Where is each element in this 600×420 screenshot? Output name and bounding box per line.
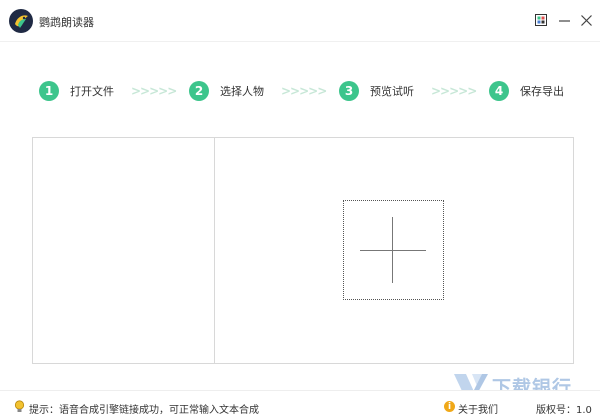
step-number: 2 (189, 81, 209, 101)
workspace-panel (32, 137, 574, 364)
skin-icon (535, 14, 547, 26)
step-separator: >>>>> (431, 84, 477, 98)
add-file-button[interactable] (343, 200, 444, 300)
step-preview[interactable]: 3 预览试听 (339, 78, 414, 104)
step-save-export[interactable]: 4 保存导出 (489, 78, 564, 104)
close-button[interactable] (578, 12, 594, 28)
lightbulb-icon (14, 400, 25, 412)
step-select-voice[interactable]: 2 选择人物 (189, 78, 264, 104)
step-label: 预览试听 (370, 85, 414, 98)
close-icon (580, 14, 592, 26)
status-bar: 提示：语音合成引擎链接成功，可正常输入文本合成 i 关于我们 版权号：1.0 (0, 390, 600, 420)
minimize-button[interactable] (556, 12, 572, 28)
step-number: 3 (339, 81, 359, 101)
file-list-panel[interactable] (33, 138, 215, 363)
step-label: 保存导出 (520, 85, 564, 98)
step-label: 选择人物 (220, 85, 264, 98)
step-label: 打开文件 (70, 85, 114, 98)
step-navigation: 1 打开文件 >>>>> 2 选择人物 >>>>> 3 预览试听 >>>>> 4… (0, 78, 600, 104)
content-panel (215, 138, 573, 363)
about-us-link[interactable]: 关于我们 (458, 401, 498, 416)
title-bar: 鹦鹉朗读器 (0, 0, 600, 42)
skin-button[interactable] (533, 12, 549, 28)
step-separator: >>>>> (281, 84, 327, 98)
info-icon: i (444, 401, 455, 412)
step-open-file[interactable]: 1 打开文件 (39, 78, 114, 104)
status-tip: 提示：语音合成引擎链接成功，可正常输入文本合成 (29, 405, 259, 416)
parrot-logo-icon (9, 9, 33, 33)
step-number: 1 (39, 81, 59, 101)
app-title: 鹦鹉朗读器 (39, 16, 94, 29)
step-separator: >>>>> (131, 84, 177, 98)
minimize-icon (558, 19, 570, 22)
step-number: 4 (489, 81, 509, 101)
version-label: 版权号：1.0 (536, 405, 592, 416)
